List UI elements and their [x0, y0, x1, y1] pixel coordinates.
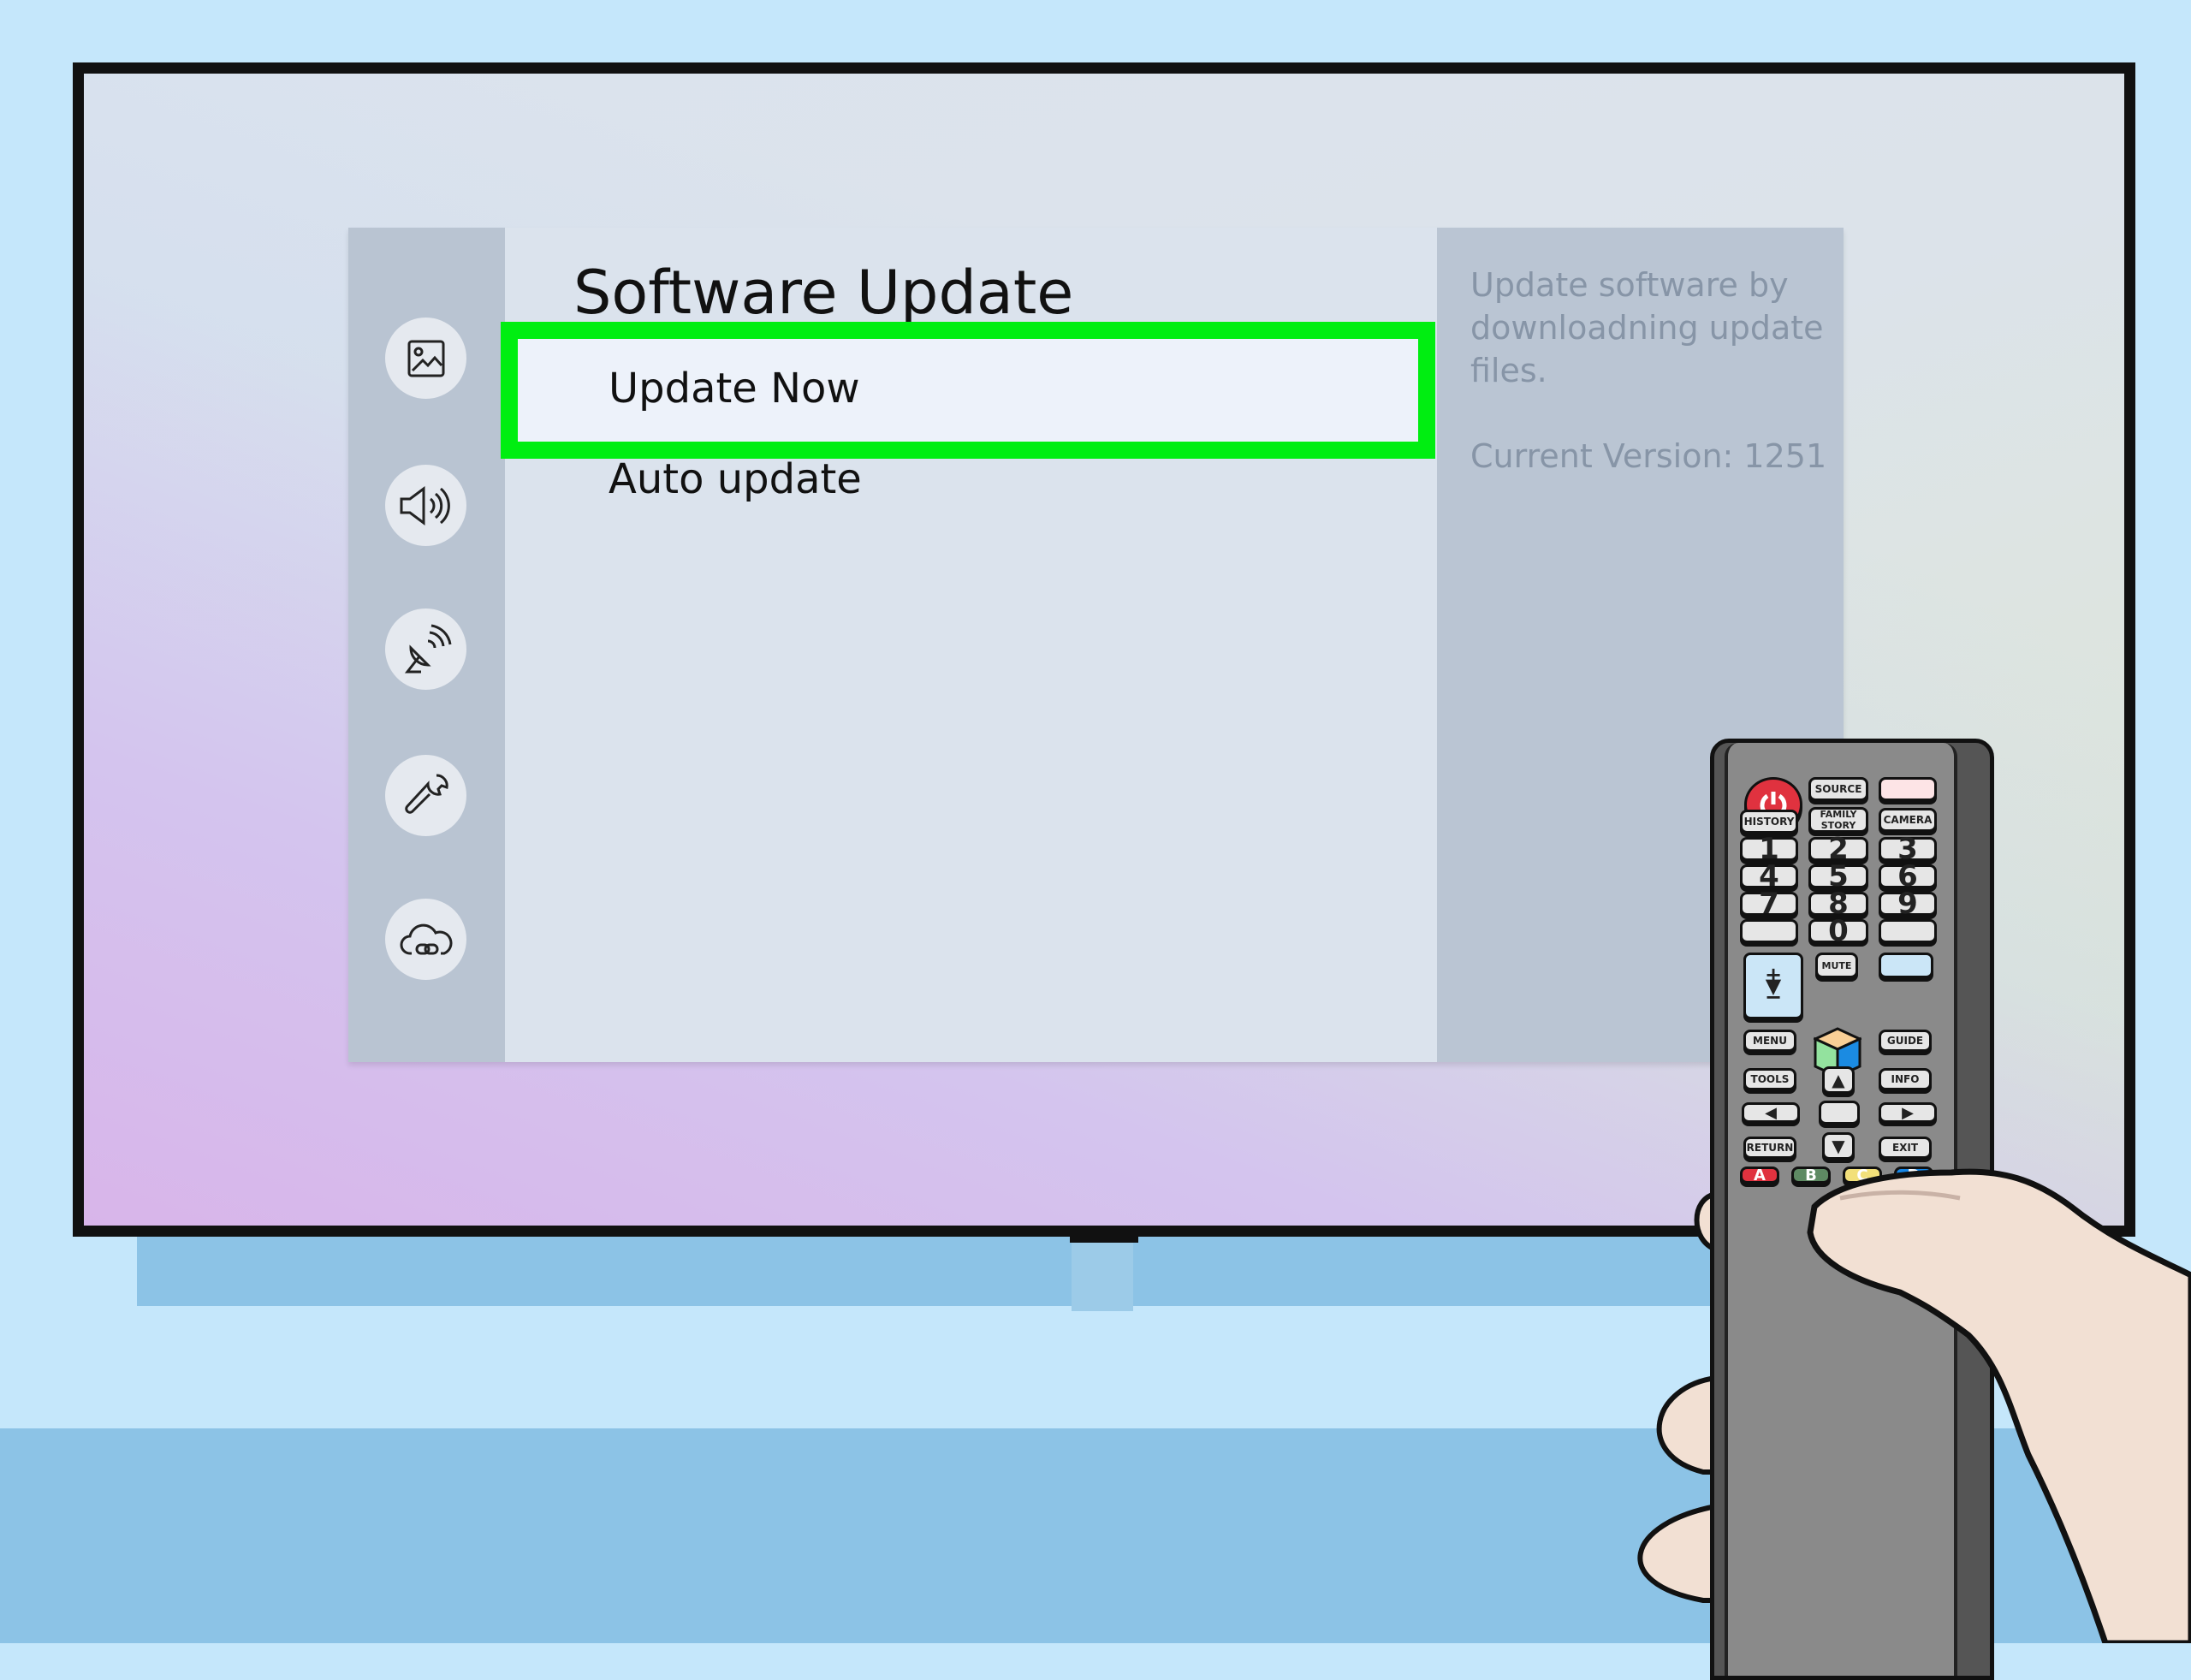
channel-rocker[interactable]: [1879, 953, 1933, 978]
number-button[interactable]: 6: [1879, 862, 1937, 891]
number-button[interactable]: 0: [1808, 917, 1868, 946]
guide-button[interactable]: GUIDE: [1879, 1030, 1932, 1052]
return-button[interactable]: RETURN: [1743, 1137, 1796, 1159]
number-button[interactable]: 8: [1808, 889, 1868, 918]
blank-button[interactable]: [1740, 919, 1798, 943]
menu-button[interactable]: MENU: [1743, 1030, 1796, 1052]
number-button[interactable]: 2: [1808, 834, 1868, 864]
number-button[interactable]: 4: [1740, 862, 1798, 891]
color-button-b[interactable]: B: [1791, 1167, 1831, 1184]
right-button[interactable]: ▶: [1879, 1102, 1937, 1123]
number-button[interactable]: 7: [1740, 889, 1798, 918]
number-button[interactable]: 5: [1808, 862, 1868, 891]
color-button-d[interactable]: D: [1894, 1167, 1933, 1184]
color-button-a[interactable]: A: [1740, 1167, 1779, 1184]
blank-pink-button[interactable]: [1879, 777, 1937, 801]
camera-button[interactable]: CAMERA: [1879, 808, 1937, 832]
volume-rocker[interactable]: + ▼ −: [1743, 953, 1803, 1019]
family-story-button[interactable]: FAMILY STORY: [1808, 807, 1868, 833]
number-button[interactable]: 3: [1879, 834, 1937, 864]
tools-button[interactable]: TOOLS: [1743, 1068, 1796, 1090]
exit-button[interactable]: EXIT: [1879, 1137, 1932, 1159]
number-button[interactable]: 9: [1879, 889, 1937, 918]
source-button[interactable]: SOURCE: [1808, 777, 1868, 801]
tv-remote: SOURCE HISTORY FAMILY STORY CAMERA 1 2 3…: [1710, 739, 1994, 1680]
down-button[interactable]: ▼: [1822, 1132, 1855, 1160]
left-button[interactable]: ◀: [1742, 1102, 1800, 1123]
up-button[interactable]: ▲: [1822, 1066, 1855, 1094]
color-button-c[interactable]: C: [1843, 1167, 1882, 1184]
info-button[interactable]: INFO: [1879, 1068, 1932, 1090]
number-button[interactable]: 1: [1740, 834, 1798, 864]
history-button[interactable]: HISTORY: [1740, 810, 1798, 834]
ok-button[interactable]: [1819, 1101, 1860, 1125]
mute-button[interactable]: MUTE: [1815, 953, 1858, 978]
blank-button[interactable]: [1879, 919, 1937, 943]
volume-down[interactable]: −: [1765, 987, 1782, 1007]
